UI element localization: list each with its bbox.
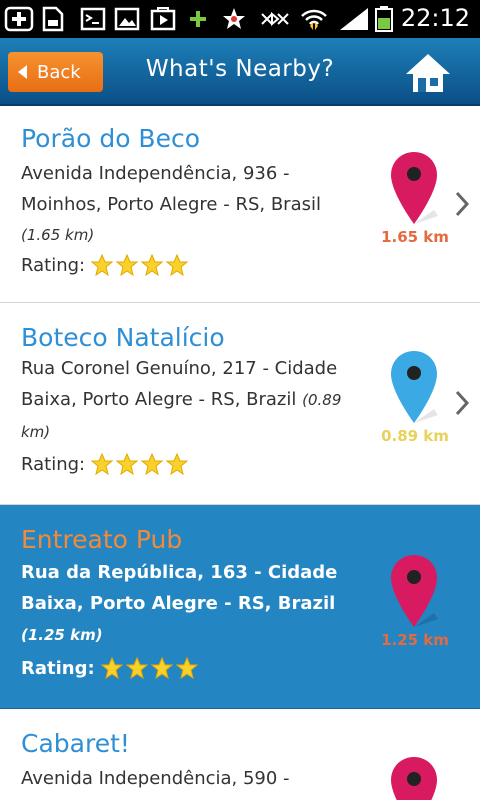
- place-address: Avenida Independência, 936 - Moinhos, Po…: [21, 158, 366, 251]
- sd-card-icon: [42, 6, 64, 32]
- rating: Rating:: [21, 254, 191, 276]
- rating-label: Rating:: [21, 657, 95, 679]
- play-store-icon: [150, 7, 176, 31]
- home-icon[interactable]: [404, 50, 452, 94]
- address-line: Baixa, Porto Alegre - RS, Brazil (0.89 k…: [21, 384, 366, 448]
- distance-label: 1.65 km: [381, 228, 449, 246]
- star-icon: [150, 657, 173, 679]
- address-line: Rua Coronel Genuíno, 217 - Cidade: [21, 358, 338, 379]
- map-pin-icon: [391, 152, 438, 224]
- map-pin-icon: [391, 757, 437, 800]
- address-line: Avenida Independência, 936 -: [21, 163, 290, 184]
- list-item[interactable]: Boteco Natalício Rua Coronel Genuíno, 21…: [0, 303, 480, 505]
- star-icon: [116, 453, 139, 475]
- plus-icon: [190, 11, 206, 27]
- place-address: Avenida Independência, 590 -: [21, 763, 366, 794]
- star-icon: [141, 254, 164, 276]
- status-bar: 22:12: [0, 0, 480, 38]
- rating-stars: [91, 453, 191, 475]
- list-item[interactable]: Porão do Beco Avenida Independência, 936…: [0, 106, 480, 303]
- star-icon: [100, 657, 123, 679]
- inline-distance: (1.65 km): [21, 226, 95, 244]
- rating: Rating:: [21, 657, 201, 679]
- place-name: Boteco Natalício: [21, 323, 225, 352]
- wifi-icon: [301, 9, 327, 30]
- bluetooth-icon: [261, 11, 289, 27]
- star-badge-icon: [223, 8, 245, 29]
- rating-label: Rating:: [21, 453, 86, 475]
- place-address: Rua Coronel Genuíno, 217 - Cidade Baixa,…: [21, 353, 366, 448]
- address-line: Avenida Independência, 590 -: [21, 768, 290, 789]
- list-item-selected[interactable]: Entreato Pub Rua da República, 163 - Cid…: [0, 505, 480, 709]
- chevron-right-icon[interactable]: [454, 389, 470, 417]
- map-pin-icon: [391, 351, 438, 423]
- star-icon: [125, 657, 148, 679]
- terminal-icon: [80, 7, 106, 31]
- address-line-text: Baixa, Porto Alegre - RS, Brazil: [21, 389, 297, 410]
- battery-icon: [375, 6, 393, 32]
- list-item[interactable]: Cabaret! Avenida Independência, 590 -: [0, 709, 480, 800]
- clock: 22:12: [400, 4, 470, 32]
- rating-stars: [100, 657, 201, 679]
- star-icon: [166, 453, 189, 475]
- address-line: Baixa, Porto Alegre - RS, Brazil (1.25 k…: [21, 588, 366, 651]
- image-icon: [114, 7, 140, 31]
- star-icon: [166, 254, 189, 276]
- place-name: Porão do Beco: [21, 124, 201, 153]
- add-notification-icon: [4, 6, 34, 32]
- address-line: Moinhos, Porto Alegre - RS, Brasil: [21, 194, 321, 215]
- star-icon: [116, 254, 139, 276]
- star-icon: [141, 453, 164, 475]
- place-name: Cabaret!: [21, 729, 130, 758]
- place-name: Entreato Pub: [21, 525, 183, 554]
- star-icon: [91, 254, 114, 276]
- address-line: Rua da República, 163 - Cidade: [21, 562, 338, 583]
- star-icon: [175, 657, 198, 679]
- places-list: Porão do Beco Avenida Independência, 936…: [0, 106, 480, 800]
- signal-icon: [340, 8, 368, 30]
- address-line-text: Baixa, Porto Alegre - RS, Brazil: [21, 593, 336, 614]
- rating-label: Rating:: [21, 254, 86, 276]
- inline-distance: (1.25 km): [21, 626, 103, 644]
- distance-label: 1.25 km: [381, 631, 449, 649]
- star-icon: [91, 453, 114, 475]
- chevron-right-icon[interactable]: [454, 190, 470, 218]
- rating: Rating:: [21, 453, 191, 475]
- distance-label: 0.89 km: [381, 427, 449, 445]
- app-header: Back What's Nearby?: [0, 38, 480, 106]
- rating-stars: [91, 254, 191, 276]
- place-address: Rua da República, 163 - Cidade Baixa, Po…: [21, 557, 366, 651]
- map-pin-icon: [391, 555, 438, 627]
